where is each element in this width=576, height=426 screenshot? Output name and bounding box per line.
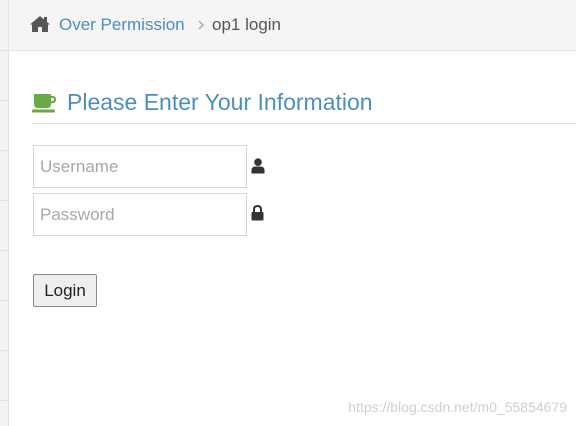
sidebar-divider [0,50,8,51]
page-header: Please Enter Your Information [32,84,576,124]
lock-icon [251,204,264,221]
sidebar-divider [0,100,8,101]
home-icon[interactable] [29,15,51,33]
login-button[interactable]: Login [33,274,97,307]
user-icon [251,158,265,174]
sidebar-divider [0,350,8,351]
sidebar-divider [0,250,8,251]
login-page: Over Permission op1 login Please Enter Y… [0,0,576,426]
sidebar-divider [0,200,8,201]
password-input[interactable] [33,193,247,236]
sidebar-strip [0,0,9,426]
sidebar-divider [0,150,8,151]
breadcrumb-current: op1 login [212,15,282,34]
chevron-right-icon [196,18,206,30]
username-input[interactable] [33,145,247,188]
coffee-icon [32,93,58,113]
watermark: https://blog.csdn.net/m0_55854679 [348,399,567,415]
breadcrumb-link-over-permission[interactable]: Over Permission [59,15,185,35]
page-title: Please Enter Your Information [67,89,373,115]
sidebar-divider [0,400,8,401]
breadcrumb: Over Permission op1 login [9,0,576,51]
sidebar-divider [0,300,8,301]
